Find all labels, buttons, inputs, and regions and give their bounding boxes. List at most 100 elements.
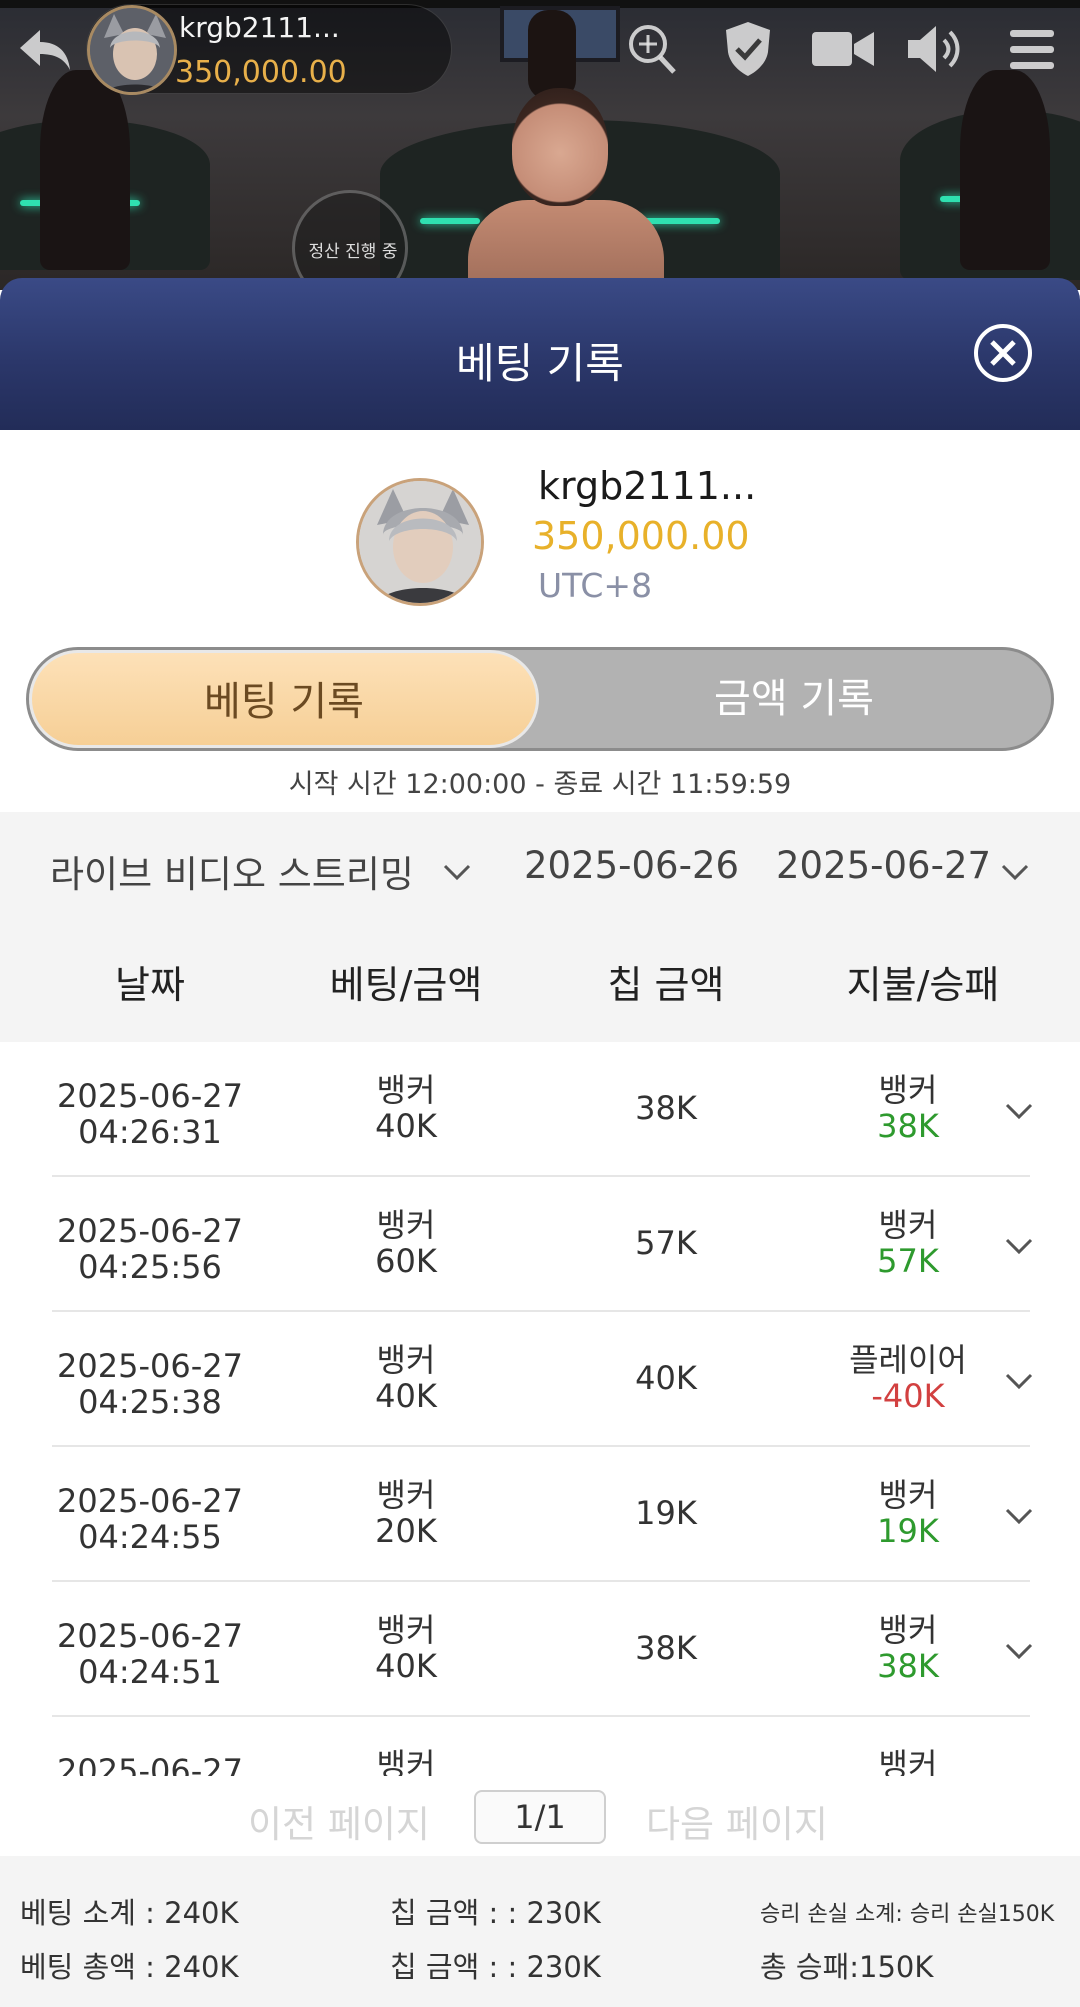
- row-payout: 뱅커 19K: [808, 1477, 1008, 1549]
- tab-bet-history[interactable]: 베팅 기록: [29, 650, 539, 748]
- profile-username: krgb2111...: [538, 464, 757, 508]
- live-video-stream: krgb2111... 350,000.00 정산 진행 중: [0, 0, 1080, 290]
- profile-avatar: [356, 478, 484, 606]
- row-datetime: 2025-06-27 04:24:51: [40, 1618, 260, 1690]
- row-time: 04:26:31: [78, 1113, 222, 1151]
- row-result-side: 뱅커: [878, 1071, 938, 1109]
- row-result-side: 뱅커: [878, 1746, 938, 1776]
- row-bet-amount: 40K: [375, 1377, 437, 1415]
- chip-total: 칩 금액 : : 230K: [390, 1950, 601, 1984]
- row-bet-side: 뱅커: [376, 1071, 436, 1109]
- row-payout: 플레이어 -40K: [808, 1342, 1008, 1414]
- table-row[interactable]: 2025-06-27 04:25:56 뱅커 60K 57K 뱅커 57K: [0, 1177, 1080, 1312]
- row-chip: 19K: [635, 1494, 697, 1532]
- profile-balance: 350,000.00: [532, 514, 750, 558]
- row-bet-side: 뱅커: [376, 1206, 436, 1244]
- background-person: [40, 70, 130, 270]
- table-row[interactable]: 2025-06-27 04:24:51 뱅커 40K 38K 뱅커 38K: [0, 1582, 1080, 1717]
- settlement-status-text: 정산 진행 중: [308, 242, 398, 262]
- player-info-pill[interactable]: krgb2111... 350,000.00: [86, 4, 452, 95]
- row-datetime: 2025-06-27 04:25:56: [40, 1213, 260, 1285]
- row-datetime: 2025-06-27 04:25:38: [40, 1348, 260, 1420]
- tab-amount-history[interactable]: 금액 기록: [539, 650, 1049, 748]
- profile-timezone: UTC+8: [538, 566, 653, 605]
- column-header-date: 날짜: [115, 963, 185, 1007]
- prev-page-button[interactable]: 이전 페이지: [248, 1794, 430, 1848]
- close-button[interactable]: [972, 322, 1034, 384]
- chevron-down-icon[interactable]: [1004, 1507, 1034, 1525]
- row-result-side: 뱅커: [878, 1476, 938, 1514]
- row-payout: 뱅커: [808, 1747, 1008, 1776]
- shield-icon[interactable]: [722, 20, 774, 78]
- row-time: 04:24:51: [78, 1653, 222, 1691]
- row-bet-side: 뱅커: [376, 1746, 436, 1776]
- time-range-note: 시작 시간 12:00:00 - 종료 시간 11:59:59: [288, 769, 792, 800]
- page-indicator: 1/1: [474, 1790, 606, 1844]
- video-camera-icon[interactable]: [810, 20, 876, 78]
- dealer-head: [512, 88, 608, 206]
- row-bet: 뱅커 60K: [306, 1207, 506, 1279]
- chevron-down-icon[interactable]: [1000, 862, 1030, 882]
- row-result-side: 뱅커: [878, 1611, 938, 1649]
- menu-icon[interactable]: [1006, 20, 1058, 78]
- game-type-label: 라이브 비디오 스트리밍: [50, 853, 414, 896]
- chevron-down-icon[interactable]: [1004, 1372, 1034, 1390]
- row-time: 04:25:56: [78, 1248, 222, 1286]
- record-tabs: 베팅 기록 금액 기록: [26, 647, 1054, 751]
- row-time: 04:25:38: [78, 1383, 222, 1421]
- column-header-bet: 베팅/금액: [329, 963, 483, 1007]
- row-chip: 40K: [635, 1359, 697, 1397]
- chevron-down-icon[interactable]: [1004, 1102, 1034, 1120]
- bet-history-table: 2025-06-27 04:26:31 뱅커 40K 38K 뱅커 38K 2025-…: [0, 1042, 1080, 1776]
- back-arrow-icon[interactable]: [14, 24, 74, 76]
- chevron-down-icon[interactable]: [1004, 1642, 1034, 1660]
- row-bet: 뱅커 40K: [306, 1342, 506, 1414]
- row-payout: 뱅커 38K: [808, 1072, 1008, 1144]
- player-username: krgb2111...: [179, 11, 340, 44]
- row-datetime: 2025-06-27 04:26:31: [40, 1078, 260, 1150]
- row-bet-side: 뱅커: [376, 1341, 436, 1379]
- end-date-field[interactable]: 2025-06-27: [776, 844, 991, 887]
- row-chip: 38K: [635, 1629, 697, 1667]
- row-bet-side: 뱅커: [376, 1611, 436, 1649]
- row-payout: 뱅커 38K: [808, 1612, 1008, 1684]
- dealer-body: [468, 200, 664, 290]
- row-bet-amount: 40K: [375, 1647, 437, 1685]
- row-result-amount: 57K: [877, 1242, 939, 1280]
- table-row[interactable]: 2025-06-27 04:24:55 뱅커 20K 19K 뱅커 19K: [0, 1447, 1080, 1582]
- row-date: 2025-06-27: [57, 1077, 243, 1115]
- row-result-amount: 19K: [877, 1512, 939, 1550]
- row-result-amount: -40K: [871, 1377, 945, 1415]
- row-date: 2025-06-27: [57, 1347, 243, 1385]
- row-bet-amount: 40K: [375, 1107, 437, 1145]
- row-date: 2025-06-27: [57, 1617, 243, 1655]
- row-bet: 뱅커 40K: [306, 1612, 506, 1684]
- row-datetime: 2025-06-27: [40, 1753, 260, 1776]
- row-chip: 57K: [635, 1224, 697, 1262]
- row-bet: 뱅커: [306, 1747, 506, 1776]
- chevron-down-icon[interactable]: [1004, 1237, 1034, 1255]
- winloss-total: 총 승패:150K: [760, 1950, 934, 1984]
- row-chip: 38K: [635, 1089, 697, 1127]
- row-bet: 뱅커 40K: [306, 1072, 506, 1144]
- column-header-payout: 지불/승패: [846, 963, 1000, 1007]
- row-bet-amount: 20K: [375, 1512, 437, 1550]
- modal-header: 베팅 기록: [0, 278, 1080, 430]
- table-row[interactable]: 2025-06-27 04:25:38 뱅커 40K 40K 플레이어 -40K: [0, 1312, 1080, 1447]
- row-bet: 뱅커 20K: [306, 1477, 506, 1549]
- table-row[interactable]: 2025-06-27 04:26:31 뱅커 40K 38K 뱅커 38K: [0, 1042, 1080, 1177]
- row-result-side: 플레이어: [849, 1341, 967, 1379]
- table-row[interactable]: 2025-06-27 뱅커 뱅커: [0, 1717, 1080, 1776]
- bet-subtotal: 베팅 소계 : 240K: [20, 1896, 239, 1930]
- bet-total: 베팅 총액 : 240K: [20, 1950, 239, 1984]
- row-bet-amount: 60K: [375, 1242, 437, 1280]
- zoom-icon[interactable]: [624, 20, 680, 78]
- filter-bar: 라이브 비디오 스트리밍 2025-06-26 2025-06-27 날짜 베팅…: [0, 812, 1080, 1042]
- game-type-dropdown[interactable]: 라이브 비디오 스트리밍: [50, 844, 414, 898]
- dealer-hair: [528, 10, 576, 100]
- start-date-field[interactable]: 2025-06-26: [524, 844, 739, 887]
- column-header-chip: 칩 금액: [607, 963, 725, 1007]
- speaker-icon[interactable]: [904, 20, 966, 78]
- chevron-down-icon[interactable]: [442, 862, 472, 882]
- next-page-button[interactable]: 다음 페이지: [646, 1794, 828, 1848]
